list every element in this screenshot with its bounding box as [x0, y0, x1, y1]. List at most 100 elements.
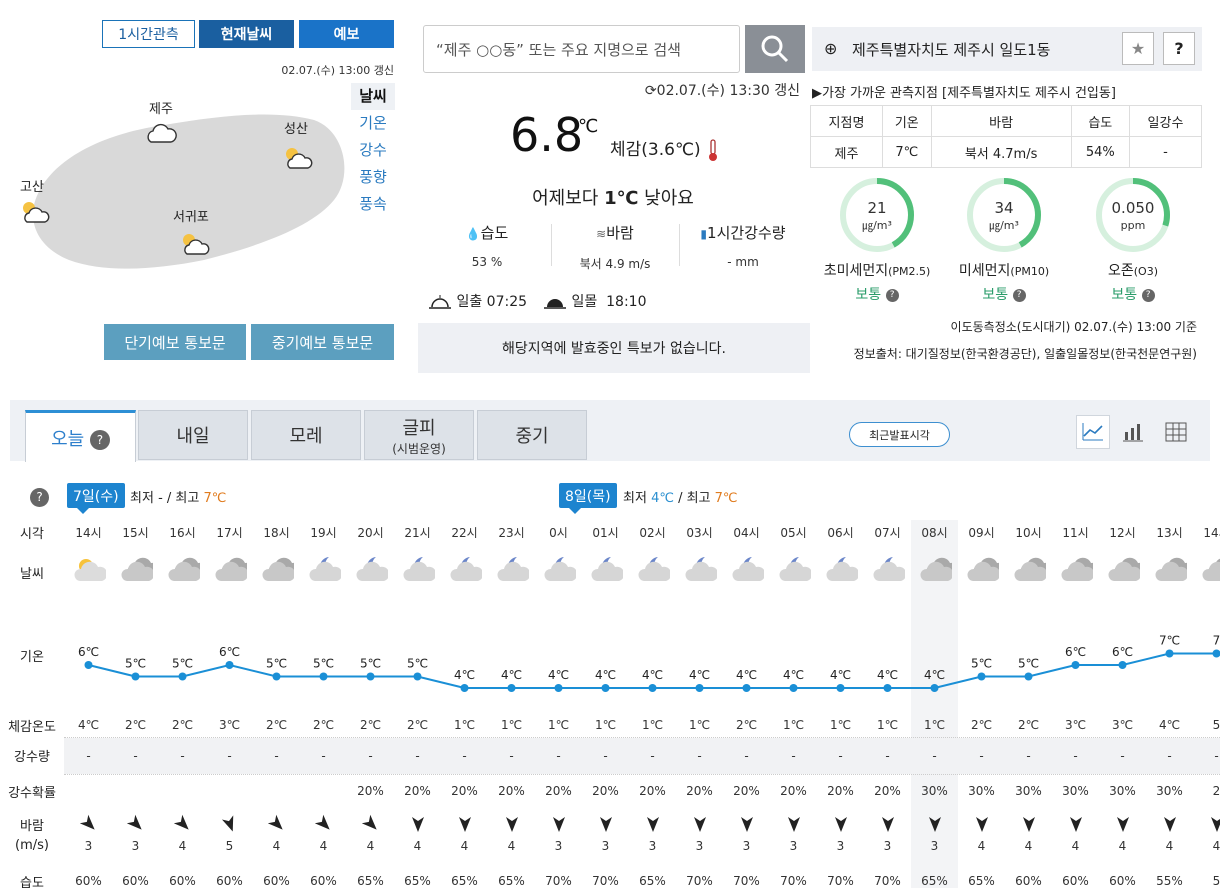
hour-label: 10시	[1005, 524, 1052, 541]
map-menu-wind-speed[interactable]: 풍속	[351, 191, 395, 218]
pop-cell: 20%	[676, 784, 723, 798]
air-status[interactable]: 보통 ?	[966, 284, 1042, 304]
humidity-cell: 60%	[300, 874, 347, 888]
wind-direction-arrow-icon	[879, 814, 897, 834]
wind-speed-cell: 3	[112, 839, 159, 853]
map-menu-temp[interactable]: 기온	[351, 110, 395, 137]
partly-sun-icon	[72, 553, 106, 585]
partly-cloudy-icon	[281, 143, 313, 171]
hour-label: 11시	[1052, 524, 1099, 541]
search-button[interactable]	[745, 25, 805, 73]
help-icon[interactable]: ?	[1013, 289, 1026, 302]
wind-speed-cell: 4	[958, 839, 1005, 853]
feels-like-cell: 2℃	[394, 718, 441, 732]
wind-speed-cell: 3	[817, 839, 864, 853]
hour-label: 17시	[206, 524, 253, 541]
humidity-cell: 70%	[723, 874, 770, 888]
air-value: 0.050ppm	[1095, 200, 1171, 234]
stat-wind: ≋바람 북서 4.9 m/s	[551, 222, 679, 272]
precip-cell: -	[300, 749, 347, 763]
precip-cell: -	[347, 749, 394, 763]
hour-label: 06시	[817, 524, 864, 541]
data-source: 정보출처: 대기질정보(한국환경공단), 일출일몰정보(한국천문연구원)	[812, 345, 1197, 362]
wind-speed-cell: 4	[441, 839, 488, 853]
moon-cloud-icon	[401, 553, 435, 585]
graph-view-button[interactable]	[1076, 415, 1110, 449]
recent-release-button[interactable]: 최근발표시각	[849, 422, 950, 447]
wind-direction-arrow-icon	[1208, 814, 1220, 834]
precip-cell: -	[535, 749, 582, 763]
sunrise: 일출 07:25	[428, 291, 527, 311]
table-view-button[interactable]	[1159, 415, 1193, 449]
td-wind: 북서 4.7m/s	[931, 137, 1071, 168]
cloudy-icon	[213, 553, 247, 585]
pop-cell: 20%	[535, 784, 582, 798]
hour-label: 02시	[629, 524, 676, 541]
wind-speed-cell: 3	[911, 839, 958, 853]
temp-label: 5℃	[360, 657, 381, 671]
feels-like-cell: 5	[1193, 718, 1220, 732]
search-input[interactable]: “제주 ○○동” 또는 주요 지명으로 검색	[423, 25, 740, 73]
precip-cell: -	[958, 749, 1005, 763]
moon-cloud-icon	[636, 553, 670, 585]
precip-cell: -	[582, 749, 629, 763]
help-button[interactable]: ?	[1163, 32, 1195, 65]
pop-cell: 20%	[770, 784, 817, 798]
air-label: 오존(O3)	[1065, 260, 1201, 280]
tab-mid-term[interactable]: 중기	[477, 410, 587, 460]
tab-day-after[interactable]: 모레	[251, 410, 361, 460]
wind-direction-arrow-icon	[174, 814, 192, 834]
help-icon[interactable]: ?	[1142, 289, 1155, 302]
temp-label: 4℃	[595, 668, 616, 682]
tab-tomorrow[interactable]: 내일	[138, 410, 248, 460]
hour-label: 18시	[253, 524, 300, 541]
temp-point	[555, 684, 563, 692]
temp-point	[461, 684, 469, 692]
moon-cloud-icon	[307, 553, 341, 585]
temp-point	[696, 684, 704, 692]
tab-hourly-obs[interactable]: 1시간관측	[102, 20, 195, 48]
th-temp: 기온	[882, 106, 931, 137]
precip-cell: -	[911, 749, 958, 763]
temp-point	[320, 673, 328, 681]
feels-like-cell: 3℃	[1052, 718, 1099, 732]
refresh-icon[interactable]: ⟳	[645, 83, 657, 99]
temp-label: 5℃	[407, 657, 428, 671]
map-menu-wind-dir[interactable]: 풍향	[351, 164, 395, 191]
bar-view-button[interactable]	[1116, 415, 1150, 449]
observation-table: 지점명 기온 바람 습도 일강수 제주 7℃ 북서 4.7m/s 54% -	[810, 105, 1202, 168]
hour-label: 15시	[112, 524, 159, 541]
row-label-feels: 체감온도	[0, 716, 64, 735]
day-tag-wed: 7일(수)	[67, 483, 125, 508]
pop-cell: 2	[1193, 784, 1220, 798]
help-icon[interactable]: ?	[90, 430, 110, 450]
hour-label: 04시	[723, 524, 770, 541]
help-icon[interactable]: ?	[30, 488, 49, 507]
precip-cell: -	[629, 749, 676, 763]
map-menu-precip[interactable]: 강수	[351, 137, 395, 164]
air-status[interactable]: 보통 ?	[839, 284, 915, 304]
map-menu-weather[interactable]: 날씨	[351, 83, 395, 110]
tab-three-days[interactable]: 글피(시범운영)	[364, 410, 474, 460]
wind-speed-cell: 3	[535, 839, 582, 853]
feels-like-cell: 2℃	[1005, 718, 1052, 732]
humidity-cell: 70%	[817, 874, 864, 888]
precip-cell: -	[206, 749, 253, 763]
favorite-star-button[interactable]: ★	[1122, 32, 1154, 65]
short-term-bulletin-button[interactable]: 단기예보 통보문	[104, 324, 246, 360]
city-label-gosan: 고산	[20, 176, 44, 195]
mid-term-bulletin-button[interactable]: 중기예보 통보문	[251, 324, 394, 360]
temp-point	[1166, 650, 1174, 658]
air-status[interactable]: 보통 ?	[1095, 284, 1171, 304]
tab-today[interactable]: 오늘 ?	[25, 410, 136, 462]
feels-like-cell: 1℃	[629, 718, 676, 732]
pop-cell: 30%	[1005, 784, 1052, 798]
help-icon[interactable]: ?	[886, 289, 899, 302]
tab-current-weather[interactable]: 현재날씨	[199, 20, 294, 48]
tab-forecast[interactable]: 예보	[299, 20, 394, 48]
temp-point	[132, 673, 140, 681]
wind-speed-cell: 4	[1193, 839, 1220, 853]
precip-cell: -	[65, 749, 112, 763]
location-target-icon[interactable]: ⊕	[824, 39, 837, 58]
moon-cloud-icon	[589, 553, 623, 585]
